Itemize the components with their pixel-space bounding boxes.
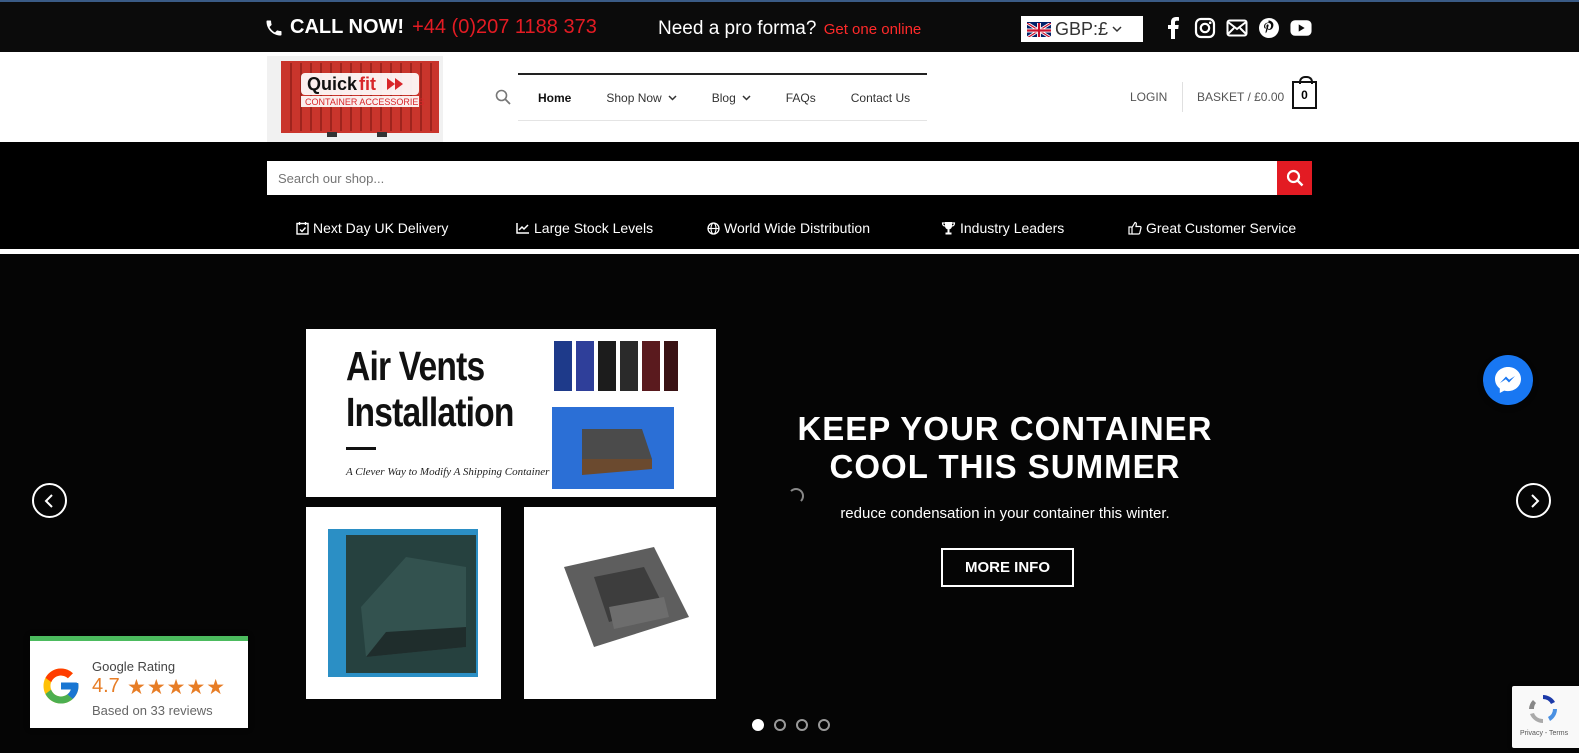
uk-flag-icon bbox=[1027, 21, 1051, 37]
globe-icon bbox=[707, 221, 720, 235]
recaptcha-badge[interactable]: Privacy - Terms bbox=[1512, 686, 1579, 748]
chevron-left-icon bbox=[44, 493, 53, 508]
nav-blog[interactable]: Blog bbox=[712, 91, 751, 105]
currency-selector[interactable]: GBP:£ bbox=[1021, 16, 1143, 42]
search-icon bbox=[1286, 169, 1303, 187]
call-now[interactable]: CALL NOW! +44 (0)207 1188 373 bbox=[264, 16, 597, 39]
email-icon[interactable] bbox=[1226, 17, 1248, 39]
trophy-icon bbox=[941, 222, 956, 235]
basket-icon[interactable]: 0 bbox=[1292, 76, 1317, 109]
proforma: Need a pro forma? Get one online bbox=[658, 18, 921, 40]
pinterest-icon[interactable] bbox=[1258, 17, 1280, 39]
instagram-icon[interactable] bbox=[1194, 17, 1216, 39]
facebook-icon[interactable] bbox=[1162, 17, 1184, 39]
feature-label: Great Customer Service bbox=[1146, 220, 1297, 236]
recaptcha-icon bbox=[1529, 695, 1557, 723]
google-icon bbox=[43, 668, 79, 704]
line-chart-icon bbox=[516, 223, 529, 234]
messenger-icon bbox=[1495, 367, 1521, 393]
nav-faqs-label: FAQs bbox=[785, 90, 816, 105]
hero-title-line1: KEEP YOUR CONTAINER bbox=[797, 410, 1213, 447]
vent-photo-blue[interactable] bbox=[306, 507, 501, 699]
feature-large-stock: Large Stock Levels bbox=[516, 220, 653, 236]
slide-dot-1[interactable] bbox=[752, 719, 764, 731]
search-button[interactable] bbox=[1277, 161, 1312, 195]
svg-text:fit: fit bbox=[359, 74, 376, 94]
feature-label: Large Stock Levels bbox=[534, 220, 654, 236]
proforma-link[interactable]: Get one online bbox=[824, 21, 922, 38]
hero-title-line2: COOL THIS SUMMER bbox=[829, 448, 1181, 485]
search-icon[interactable] bbox=[495, 89, 511, 110]
rating-stars-icon: ★★★★★ bbox=[127, 676, 227, 699]
hero-subtitle: reduce condensation in your container th… bbox=[840, 505, 1170, 522]
nav-shop-now[interactable]: Shop Now bbox=[606, 90, 677, 105]
proforma-text: Need a pro forma? bbox=[658, 18, 817, 39]
feature-strip: Next Day UK Delivery Large Stock Levels … bbox=[0, 220, 1579, 242]
header-divider bbox=[1182, 82, 1183, 112]
svg-text:CONTAINER ACCESSORIES: CONTAINER ACCESSORIES bbox=[305, 97, 424, 107]
header: Quick fit CONTAINER ACCESSORIES Home Sho… bbox=[0, 52, 1579, 142]
air-vents-banner[interactable]: Air Vents Installation A Clever Way to M… bbox=[306, 329, 716, 497]
login-link[interactable]: LOGIN bbox=[1130, 90, 1167, 104]
hero-title: KEEP YOUR CONTAINER COOL THIS SUMMER bbox=[790, 410, 1220, 486]
svg-text:Quick: Quick bbox=[307, 74, 358, 94]
banner-title-line2: Installation bbox=[346, 389, 514, 435]
next-slide-button[interactable] bbox=[1516, 483, 1551, 518]
slide-dot-2[interactable] bbox=[774, 719, 786, 731]
nav-home[interactable]: Home bbox=[538, 91, 571, 105]
slide-dot-4[interactable] bbox=[818, 719, 830, 731]
google-rating-count: Based on 33 reviews bbox=[92, 703, 213, 718]
chevron-down-icon bbox=[742, 95, 751, 101]
phone-icon bbox=[266, 20, 282, 35]
messenger-button[interactable] bbox=[1483, 355, 1533, 405]
call-now-label: CALL NOW! bbox=[290, 16, 405, 38]
vent-photo-grey[interactable] bbox=[524, 507, 716, 699]
feature-world-wide: World Wide Distribution bbox=[707, 220, 870, 236]
main-nav: Home Shop Now Blog FAQs Contact Us bbox=[518, 73, 927, 121]
chevron-down-icon bbox=[1112, 26, 1122, 33]
banner-title: Air Vents Installation bbox=[346, 343, 514, 435]
google-rating-score: 4.7 bbox=[92, 675, 120, 697]
loading-spinner bbox=[788, 488, 804, 504]
feature-label: Industry Leaders bbox=[960, 220, 1065, 236]
top-bar: CALL NOW! +44 (0)207 1188 373 Need a pro… bbox=[0, 0, 1579, 52]
thumbs-up-icon bbox=[1128, 221, 1142, 235]
basket-count: 0 bbox=[1301, 88, 1308, 102]
slide-dots bbox=[752, 719, 830, 731]
feature-customer-service: Great Customer Service bbox=[1128, 220, 1296, 236]
nav-blog-label: Blog bbox=[711, 90, 736, 105]
nav-home-label: Home bbox=[538, 90, 572, 105]
phone-number[interactable]: +44 (0)207 1188 373 bbox=[412, 16, 597, 39]
google-rating-widget[interactable]: Google Rating 4.7 ★★★★★ Based on 33 revi… bbox=[30, 636, 248, 728]
banner-divider bbox=[346, 447, 376, 450]
shop-search-input[interactable] bbox=[267, 161, 1277, 195]
more-info-button[interactable]: MORE INFO bbox=[941, 548, 1074, 587]
basket-link[interactable]: BASKET / £0.00 bbox=[1197, 90, 1284, 104]
google-rating-label: Google Rating bbox=[92, 659, 176, 674]
nav-shop-now-label: Shop Now bbox=[606, 90, 662, 105]
feature-industry-leaders: Industry Leaders bbox=[941, 220, 1064, 236]
feature-next-day-delivery: Next Day UK Delivery bbox=[296, 220, 448, 236]
site-logo[interactable]: Quick fit CONTAINER ACCESSORIES bbox=[267, 56, 443, 142]
banner-title-line1: Air Vents bbox=[346, 343, 485, 389]
search-band: Next Day UK Delivery Large Stock Levels … bbox=[0, 142, 1579, 249]
chevron-right-icon bbox=[1530, 493, 1539, 508]
feature-label: Next Day UK Delivery bbox=[313, 220, 449, 236]
nav-contact-us-label: Contact Us bbox=[850, 90, 911, 105]
feature-label: World Wide Distribution bbox=[724, 220, 871, 236]
recaptcha-links[interactable]: Privacy - Terms bbox=[1520, 730, 1568, 737]
banner-subtitle: A Clever Way to Modify A Shipping Contai… bbox=[346, 466, 550, 478]
youtube-icon[interactable] bbox=[1290, 17, 1312, 39]
slide-dot-3[interactable] bbox=[796, 719, 808, 731]
social-links bbox=[1162, 17, 1312, 39]
chevron-down-icon bbox=[668, 95, 677, 101]
nav-faqs[interactable]: FAQs bbox=[786, 91, 816, 105]
vent-product-image bbox=[552, 341, 678, 489]
currency-label: GBP:£ bbox=[1055, 18, 1109, 39]
nav-contact-us[interactable]: Contact Us bbox=[851, 91, 910, 105]
calendar-check-icon bbox=[296, 222, 309, 235]
prev-slide-button[interactable] bbox=[32, 483, 67, 518]
